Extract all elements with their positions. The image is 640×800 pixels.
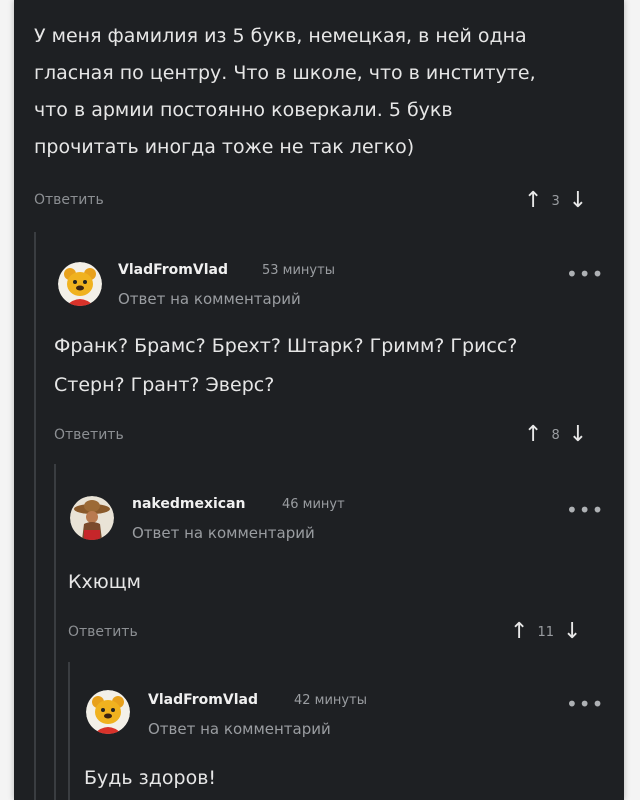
reply-to-link[interactable]: Ответ на комментарий: [132, 524, 315, 542]
avatar[interactable]: [58, 262, 102, 306]
yellow-bear-icon: [58, 262, 102, 306]
upvote-icon[interactable]: ↑: [524, 190, 542, 212]
reply-button[interactable]: Ответить: [34, 192, 104, 208]
comment-line: Франк? Брамс? Брехт? Штарк? Гримм? Грисс…: [54, 335, 518, 357]
comment-time: 42 минуты: [294, 693, 367, 708]
comment-author[interactable]: VladFromVlad: [118, 262, 228, 278]
top-comment: У меня фамилия из 5 букв, немецкая, в не…: [34, 18, 614, 166]
comment-line: Будь здоров!: [84, 767, 217, 789]
vote-count: 11: [537, 624, 554, 640]
upvote-icon[interactable]: ↑: [510, 621, 528, 643]
comment-line: Кхющм: [68, 571, 141, 593]
sombrero-man-icon: [70, 496, 114, 540]
downvote-icon[interactable]: ↓: [563, 621, 581, 643]
avatar[interactable]: [86, 690, 130, 734]
comment-author[interactable]: VladFromVlad: [148, 692, 258, 708]
vote-controls: ↑ 3 ↓: [524, 190, 587, 212]
reply-body: Франк? Брамс? Брехт? Штарк? Гримм? Грисс…: [54, 328, 614, 404]
more-icon[interactable]: •••: [566, 264, 604, 284]
more-icon[interactable]: •••: [566, 500, 604, 520]
thread-line[interactable]: [68, 662, 70, 800]
reply-body: Будь здоров!: [84, 760, 604, 797]
vote-controls: ↑ 11 ↓: [510, 621, 581, 643]
thread-line[interactable]: [54, 464, 56, 800]
vote-controls: ↑ 8 ↓: [524, 424, 587, 446]
downvote-icon[interactable]: ↓: [569, 190, 587, 212]
reply-button[interactable]: Ответить: [54, 427, 124, 443]
vote-count: 8: [551, 427, 560, 443]
comment-line: прочитать иногда тоже не так легко): [34, 136, 415, 158]
more-icon[interactable]: •••: [566, 694, 604, 714]
comment-line: У меня фамилия из 5 букв, немецкая, в не…: [34, 25, 527, 47]
comments-panel: У меня фамилия из 5 букв, немецкая, в не…: [14, 0, 624, 800]
yellow-bear-icon: [86, 690, 130, 734]
comment-line: Стерн? Грант? Эверс?: [54, 374, 275, 396]
downvote-icon[interactable]: ↓: [569, 424, 587, 446]
comment-author[interactable]: nakedmexican: [132, 496, 246, 512]
reply-to-link[interactable]: Ответ на комментарий: [118, 290, 301, 308]
avatar[interactable]: [70, 496, 114, 540]
comment-line: что в армии постоянно коверкали. 5 букв: [34, 99, 453, 121]
comment-line: гласная по центру. Что в школе, что в ин…: [34, 62, 536, 84]
comment-time: 53 минуты: [262, 263, 335, 278]
reply-button[interactable]: Ответить: [68, 624, 138, 640]
thread-line[interactable]: [34, 232, 36, 800]
comment-time: 46 минут: [282, 497, 345, 512]
upvote-icon[interactable]: ↑: [524, 424, 542, 446]
vote-count: 3: [551, 193, 560, 209]
reply-to-link[interactable]: Ответ на комментарий: [148, 720, 331, 738]
reply-body: Кхющм: [68, 564, 608, 601]
